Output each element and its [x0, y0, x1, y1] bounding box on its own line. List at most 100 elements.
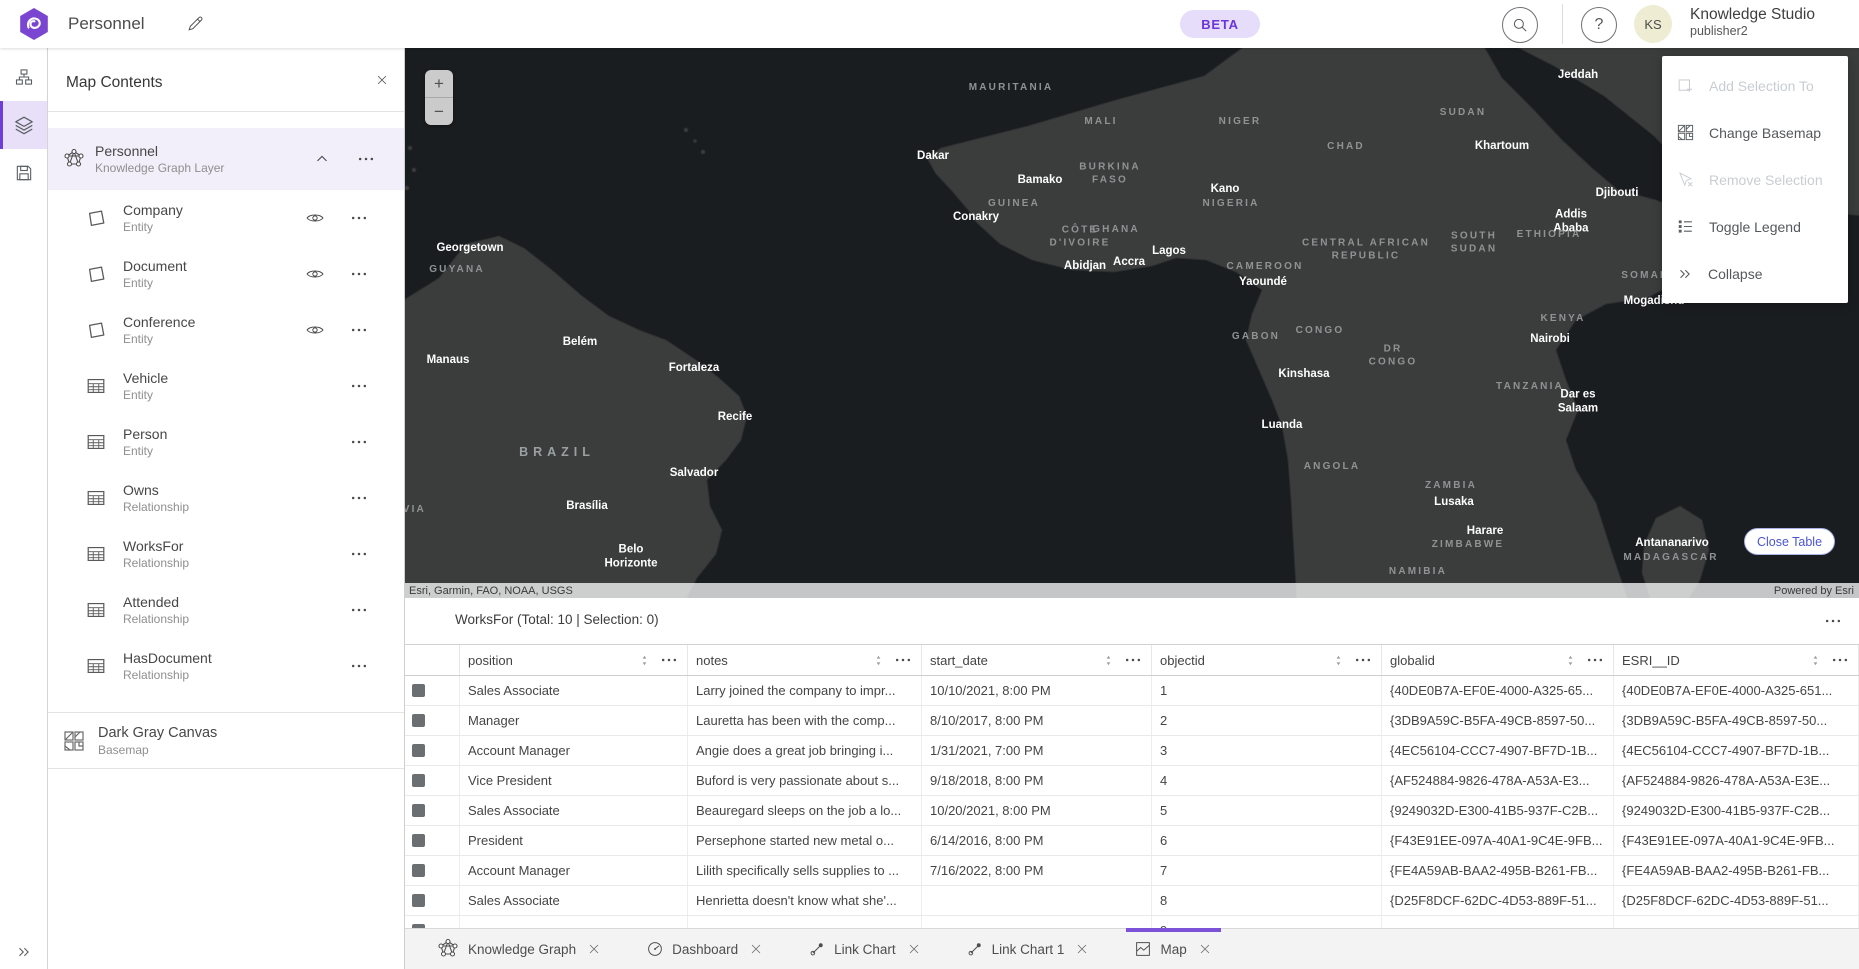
table-row[interactable]: 9 — [404, 916, 1859, 928]
column-ellipsis-icon[interactable] — [1830, 650, 1850, 670]
tab-link-chart-1[interactable]: Link Chart 1 — [952, 929, 1105, 969]
basemap-item[interactable]: Dark Gray Canvas Basemap — [48, 713, 404, 769]
visibility-eye-icon[interactable] — [300, 320, 330, 340]
search-button[interactable] — [1502, 7, 1538, 43]
tab-close-icon[interactable] — [586, 941, 602, 957]
row-checkbox[interactable] — [412, 864, 425, 877]
row-checkbox[interactable] — [412, 684, 425, 697]
polygon-icon — [85, 263, 107, 285]
column-ellipsis-icon[interactable] — [1123, 650, 1143, 670]
tab-close-icon[interactable] — [748, 941, 764, 957]
layer-item-ellipsis-icon[interactable] — [346, 656, 372, 676]
tab-dashboard[interactable]: Dashboard — [632, 929, 778, 969]
table-row[interactable]: Sales AssociateHenrietta doesn't know wh… — [404, 886, 1859, 916]
sort-arrows-icon[interactable] — [1102, 654, 1115, 667]
column-ellipsis-icon[interactable] — [1585, 650, 1605, 670]
layer-item-hasdocument[interactable]: HasDocumentRelationship — [48, 638, 404, 694]
layer-item-attended[interactable]: AttendedRelationship — [48, 582, 404, 638]
layer-item-ellipsis-icon[interactable] — [346, 208, 372, 228]
zoom-out-button[interactable]: − — [425, 98, 453, 125]
row-checkbox[interactable] — [412, 834, 425, 847]
rail-button-save[interactable] — [0, 149, 47, 197]
row-checkbox[interactable] — [412, 804, 425, 817]
menu-item-basemap[interactable]: Change Basemap — [1662, 109, 1848, 156]
menu-item-collapse[interactable]: Collapse — [1662, 250, 1848, 297]
attribution-sources: Esri, Garmin, FAO, NOAA, USGS — [409, 585, 573, 597]
layer-item-document[interactable]: DocumentEntity — [48, 246, 404, 302]
app-logo-icon[interactable] — [17, 7, 51, 41]
layer-item-owns[interactable]: OwnsRelationship — [48, 470, 404, 526]
sort-arrows-icon[interactable] — [872, 654, 885, 667]
sort-arrows-icon[interactable] — [1332, 654, 1345, 667]
column-ellipsis-icon[interactable] — [1353, 650, 1373, 670]
cell-globalid: {AF524884-9826-478A-A53A-E3... — [1382, 766, 1614, 795]
tab-close-icon[interactable] — [906, 941, 922, 957]
column-ellipsis-icon[interactable] — [893, 650, 913, 670]
row-select-cell — [404, 886, 460, 915]
table-row[interactable]: PresidentPersephone started new metal o.… — [404, 826, 1859, 856]
layer-item-vehicle[interactable]: VehicleEntity — [48, 358, 404, 414]
row-select-cell — [404, 676, 460, 705]
row-checkbox[interactable] — [412, 774, 425, 787]
column-ellipsis-icon[interactable] — [659, 650, 679, 670]
tab-knowledge-graph[interactable]: Knowledge Graph — [422, 929, 616, 969]
visibility-eye-icon[interactable] — [300, 264, 330, 284]
layer-item-name: Conference — [123, 314, 300, 330]
layer-group-ellipsis-icon[interactable] — [353, 149, 379, 169]
sort-arrows-icon[interactable] — [1809, 654, 1822, 667]
rail-button-hierarchy[interactable] — [0, 53, 47, 101]
sort-arrows-icon[interactable] — [1564, 654, 1577, 667]
panel-close-icon[interactable] — [374, 72, 390, 88]
table-row[interactable]: ManagerLauretta has been with the comp..… — [404, 706, 1859, 736]
layer-item-ellipsis-icon[interactable] — [346, 544, 372, 564]
zoom-in-button[interactable]: + — [425, 70, 453, 98]
layer-item-ellipsis-icon[interactable] — [346, 320, 372, 340]
layer-item-ellipsis-icon[interactable] — [346, 432, 372, 452]
table-row[interactable]: Account ManagerLilith specifically sells… — [404, 856, 1859, 886]
layer-item-conference[interactable]: ConferenceEntity — [48, 302, 404, 358]
table-icon — [85, 375, 107, 397]
close-table-button[interactable]: Close Table — [1744, 528, 1835, 555]
table-row[interactable]: Sales AssociateLarry joined the company … — [404, 676, 1859, 706]
tab-link-chart[interactable]: Link Chart — [794, 929, 936, 969]
layer-item-type: Relationship — [123, 612, 346, 626]
layer-item-text: WorksForRelationship — [123, 538, 346, 570]
user-avatar[interactable]: KS — [1634, 5, 1672, 43]
collapse-chevron-up-icon[interactable] — [313, 150, 331, 168]
layer-item-name: HasDocument — [123, 650, 346, 666]
menu-item-label: Collapse — [1708, 266, 1762, 282]
visibility-eye-icon[interactable] — [300, 208, 330, 228]
table-header-row: positionnotesstart_dateobjectidglobalidE… — [404, 644, 1859, 676]
menu-item-legend[interactable]: Toggle Legend — [1662, 203, 1848, 250]
layer-item-ellipsis-icon[interactable] — [346, 376, 372, 396]
basemap-type: Basemap — [98, 743, 388, 757]
account-info[interactable]: Knowledge Studio publisher2 — [1690, 5, 1815, 40]
sort-arrows-icon[interactable] — [638, 654, 651, 667]
table-row[interactable]: Vice PresidentBuford is very passionate … — [404, 766, 1859, 796]
row-checkbox[interactable] — [412, 714, 425, 727]
table-options-ellipsis-icon[interactable] — [1823, 611, 1843, 631]
layer-group-personnel[interactable]: Personnel Knowledge Graph Layer — [48, 128, 404, 190]
row-checkbox[interactable] — [412, 894, 425, 907]
edit-title-pencil-icon[interactable] — [186, 14, 205, 33]
layer-item-worksfor[interactable]: WorksForRelationship — [48, 526, 404, 582]
layer-item-company[interactable]: CompanyEntity — [48, 190, 404, 246]
tab-map[interactable]: Map — [1120, 929, 1226, 969]
tab-close-icon[interactable] — [1074, 941, 1090, 957]
rail-expand-button[interactable] — [0, 943, 47, 961]
layer-item-ellipsis-icon[interactable] — [346, 488, 372, 508]
rail-button-layers[interactable] — [0, 101, 47, 149]
layer-item-text: ConferenceEntity — [123, 314, 300, 346]
table-row[interactable]: Sales AssociateBeauregard sleeps on the … — [404, 796, 1859, 826]
graph-tab-icon — [436, 937, 460, 961]
row-checkbox[interactable] — [412, 744, 425, 757]
app-window: JeddahDakarBamakoKanoConakryLagosAccraAb… — [0, 0, 1859, 969]
tab-close-icon[interactable] — [1197, 941, 1213, 957]
layer-item-ellipsis-icon[interactable] — [346, 600, 372, 620]
layer-item-person[interactable]: PersonEntity — [48, 414, 404, 470]
layer-item-ellipsis-icon[interactable] — [346, 264, 372, 284]
table-row[interactable]: Account ManagerAngie does a great job br… — [404, 736, 1859, 766]
help-button[interactable]: ? — [1581, 7, 1617, 43]
map-canvas[interactable]: JeddahDakarBamakoKanoConakryLagosAccraAb… — [404, 48, 1859, 598]
tab-label: Link Chart — [834, 942, 896, 957]
